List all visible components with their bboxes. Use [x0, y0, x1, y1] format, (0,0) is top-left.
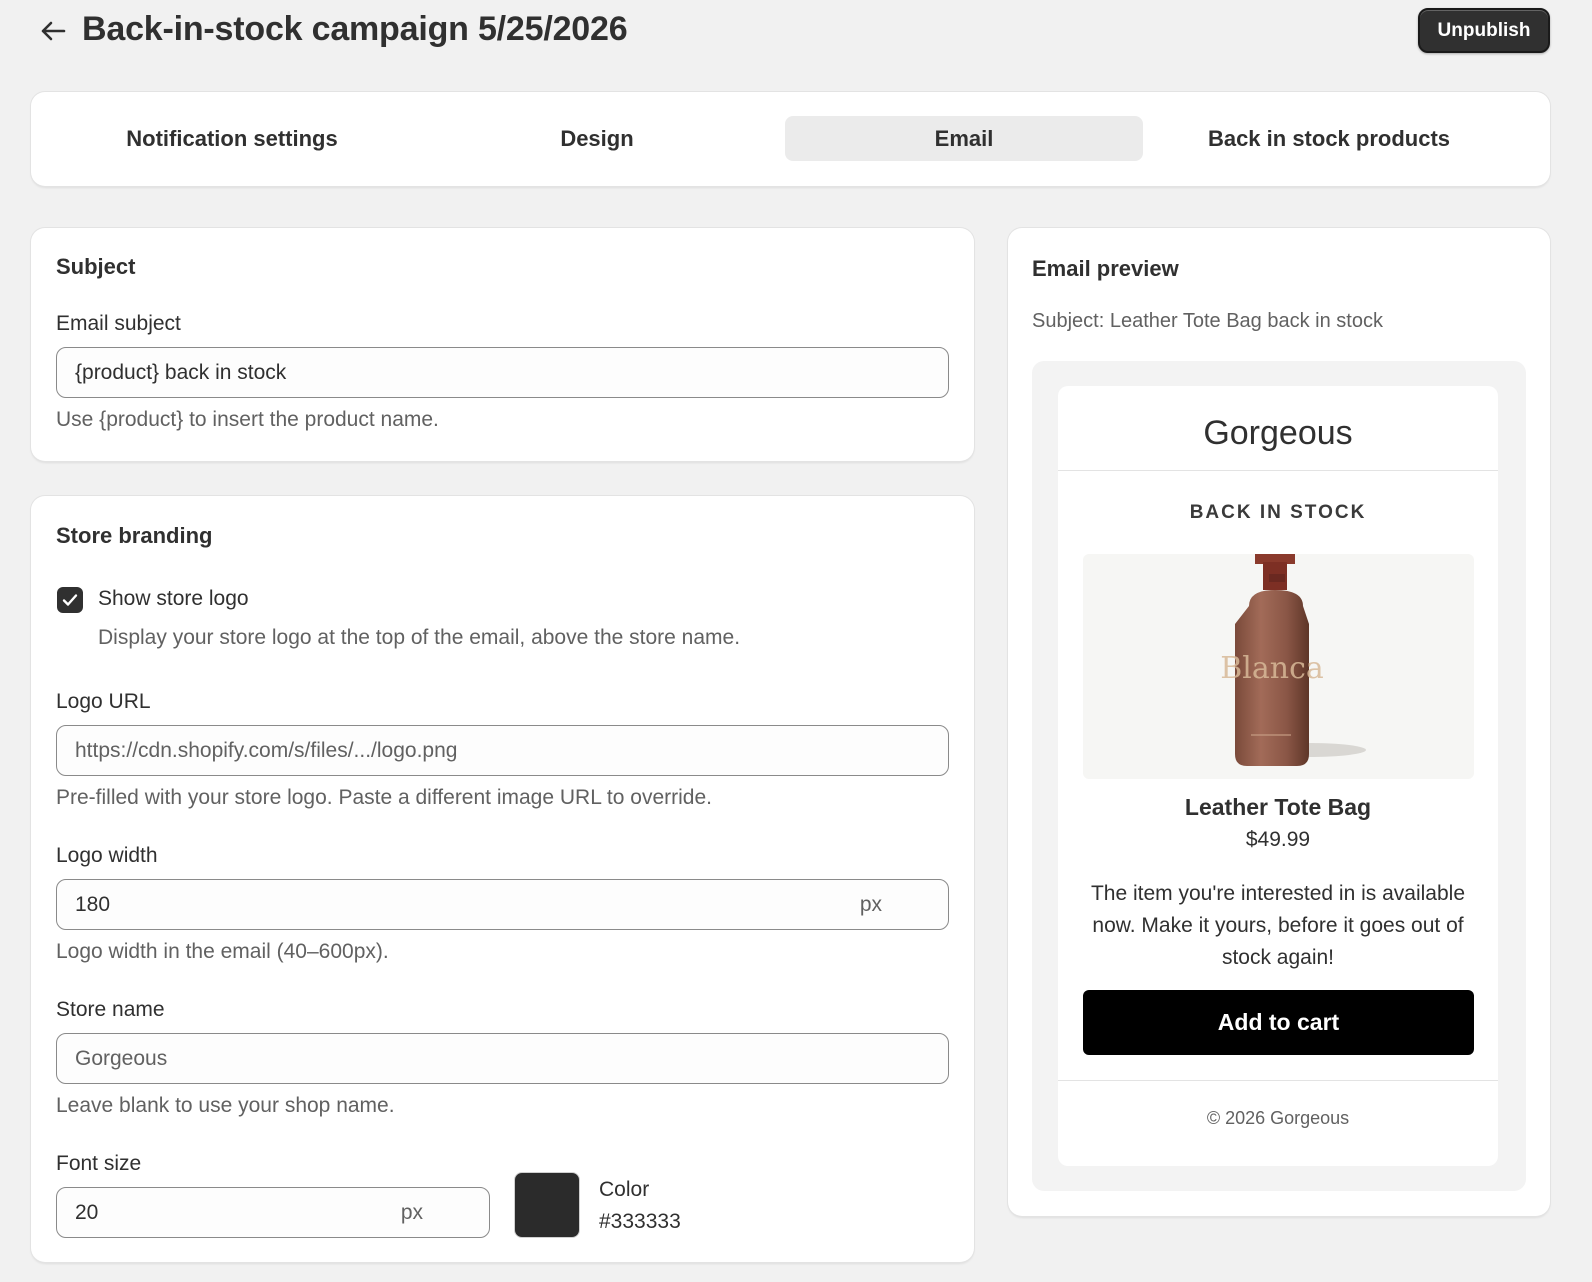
- logo-url-help: Pre-filled with your store logo. Paste a…: [56, 786, 712, 809]
- show-store-logo-label[interactable]: Show store logo: [98, 587, 249, 611]
- font-size-suffix: px: [400, 1200, 423, 1224]
- product-bottle-illustration: Blanca: [1220, 554, 1366, 766]
- email-body: Gorgeous BACK IN STOCK Blanca Leather To…: [1058, 386, 1498, 1166]
- email-footer-divider: [1058, 1080, 1498, 1081]
- store-name-help: Leave blank to use your shop name.: [56, 1094, 395, 1117]
- product-name: Leather Tote Bag: [1184, 794, 1372, 820]
- email-subject-help: Use {product} to insert the product name…: [56, 408, 439, 431]
- email-store-name: Gorgeous: [1203, 414, 1353, 452]
- tab-email[interactable]: Email: [785, 116, 1143, 161]
- color-label: Color: [599, 1178, 650, 1201]
- font-size-input[interactable]: 20 px: [56, 1187, 490, 1238]
- product-image: Blanca: [1083, 554, 1474, 779]
- show-store-logo-help: Display your store logo at the top of th…: [98, 626, 741, 649]
- subject-card-title: Subject: [56, 254, 136, 279]
- email-subject-input[interactable]: {product} back in stock: [56, 347, 949, 398]
- product-price: $49.99: [1245, 828, 1311, 851]
- email-footer: © 2026 Gorgeous: [1206, 1108, 1350, 1128]
- logo-width-input[interactable]: 180 px: [56, 879, 949, 930]
- email-subject-label: Email subject: [56, 312, 181, 335]
- store-branding-title: Store branding: [56, 523, 213, 548]
- back-button[interactable]: [36, 14, 70, 48]
- font-size-value: 20: [75, 1200, 99, 1224]
- tab-bar: Notification settings Design Email Back …: [31, 92, 1550, 186]
- email-heading: BACK IN STOCK: [1189, 502, 1367, 523]
- show-store-logo-checkbox[interactable]: [57, 587, 83, 613]
- email-preview-subject: Subject: Leather Tote Bag back in stock: [1032, 310, 1383, 332]
- tab-notification-settings[interactable]: Notification settings: [53, 116, 411, 161]
- email-header-divider: [1058, 470, 1498, 471]
- color-hex-value: #333333: [599, 1210, 681, 1233]
- email-preview-title: Email preview: [1032, 256, 1179, 281]
- store-name-label: Store name: [56, 998, 165, 1021]
- color-swatch[interactable]: [514, 1172, 580, 1238]
- arrow-left-icon: [41, 21, 66, 41]
- logo-url-value: https://cdn.shopify.com/s/files/.../logo…: [75, 738, 458, 762]
- tab-design[interactable]: Design: [418, 116, 776, 161]
- logo-width-suffix: px: [859, 892, 882, 916]
- store-name-value: Gorgeous: [75, 1046, 168, 1070]
- store-name-input[interactable]: Gorgeous: [56, 1033, 949, 1084]
- checkmark-icon: [62, 594, 78, 606]
- logo-url-input[interactable]: https://cdn.shopify.com/s/files/.../logo…: [56, 725, 949, 776]
- tab-back-in-stock-products[interactable]: Back in stock products: [1150, 116, 1508, 161]
- product-message: The item you're interested in is availab…: [1090, 882, 1466, 969]
- logo-width-help: Logo width in the email (40–600px).: [56, 940, 389, 963]
- logo-url-label: Logo URL: [56, 690, 151, 713]
- logo-width-value: 180: [75, 892, 111, 916]
- unpublish-button[interactable]: Unpublish: [1418, 8, 1550, 53]
- bottle-label-text: Blanca: [1220, 651, 1324, 686]
- email-subject-value: {product} back in stock: [75, 360, 287, 384]
- font-size-label: Font size: [56, 1152, 142, 1175]
- logo-width-label: Logo width: [56, 844, 158, 867]
- add-to-cart-button[interactable]: Add to cart: [1083, 990, 1474, 1055]
- page-title: Back-in-stock campaign 5/25/2026: [82, 10, 628, 48]
- page-header: Back-in-stock campaign 5/25/2026 Unpubli…: [0, 0, 1592, 62]
